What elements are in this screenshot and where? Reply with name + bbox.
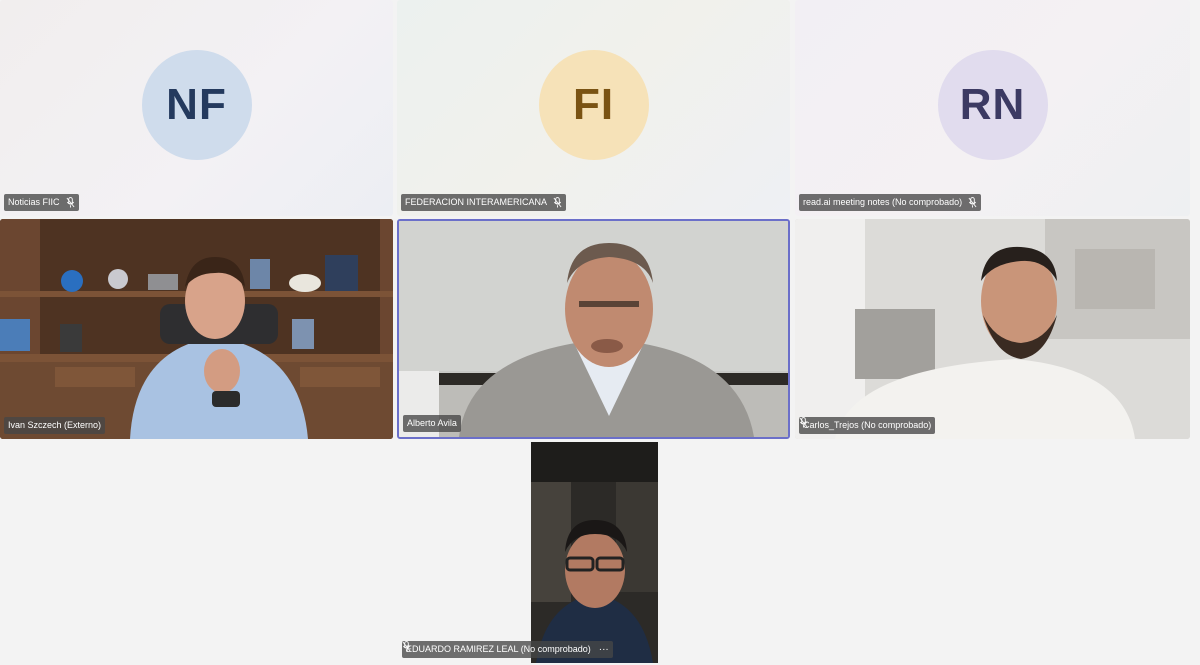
mic-off-icon: [799, 417, 808, 428]
participant-tile-eduardo-ramirez-leal[interactable]: EDUARDO RAMIREZ LEAL (No comprobado) ···: [402, 442, 658, 663]
participant-name: Alberto Avila: [407, 418, 457, 428]
participant-tile-federacion-interamericana[interactable]: FI FEDERACION INTERAMERICANA: [397, 0, 790, 216]
participant-tile-ivan-szczech[interactable]: Ivan Szczech (Externo): [0, 219, 393, 439]
participant-tile-read-ai[interactable]: RN read.ai meeting notes (No comprobado): [795, 0, 1190, 216]
video-feed: [795, 219, 1190, 439]
mic-off-icon: [553, 197, 562, 208]
participant-nameplate: Noticias FIIC: [4, 194, 79, 211]
avatar: NF: [141, 50, 252, 160]
mic-off-icon: [66, 197, 74, 208]
participant-name: Noticias FIIC: [8, 197, 60, 207]
video-feed: [0, 219, 393, 439]
participant-name: Carlos_Trejos (No comprobado): [803, 420, 932, 430]
participant-nameplate: Alberto Avila: [403, 415, 461, 432]
participant-nameplate: read.ai meeting notes (No comprobado): [799, 194, 982, 211]
participant-tile-alberto-avila[interactable]: Alberto Avila: [397, 219, 790, 439]
video-feed: [531, 442, 658, 663]
participant-nameplate: EDUARDO RAMIREZ LEAL (No comprobado) ···: [402, 641, 613, 658]
participant-name: EDUARDO RAMIREZ LEAL (No comprobado): [406, 644, 591, 654]
participant-nameplate: Carlos_Trejos (No comprobado): [799, 417, 936, 434]
video-feed: [399, 221, 788, 437]
participant-tile-noticias-fiic[interactable]: NF Noticias FIIC: [0, 0, 393, 216]
participant-tile-carlos-trejos[interactable]: Carlos_Trejos (No comprobado): [795, 219, 1190, 439]
participant-nameplate: FEDERACION INTERAMERICANA: [401, 194, 567, 211]
mic-off-icon: [968, 197, 977, 208]
avatar: FI: [538, 50, 649, 160]
participant-name: read.ai meeting notes (No comprobado): [803, 197, 963, 207]
avatar: RN: [937, 50, 1048, 160]
mic-off-icon: [402, 641, 411, 652]
more-options-icon[interactable]: ···: [599, 641, 609, 658]
participant-name: FEDERACION INTERAMERICANA: [405, 197, 548, 207]
participant-nameplate: Ivan Szczech (Externo): [4, 417, 106, 434]
participant-name: Ivan Szczech (Externo): [8, 420, 102, 430]
